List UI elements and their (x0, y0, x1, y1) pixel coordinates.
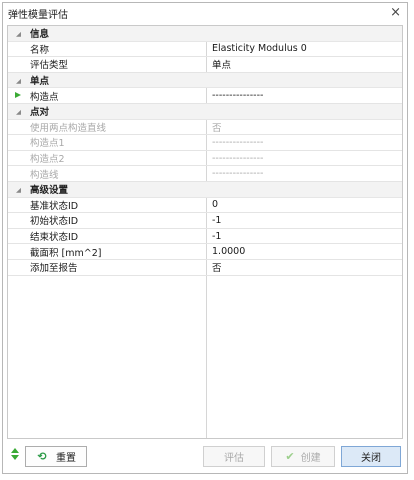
property-row-construct-point1: 构造点1 --------------- (8, 135, 402, 151)
property-value-add-to-report[interactable]: 否 (212, 260, 398, 274)
property-key: 截面积 [mm^2] (30, 247, 102, 259)
close-button-label: 关闭 (361, 453, 381, 464)
property-row-add-to-report[interactable]: 添加至报告 否 (8, 260, 402, 276)
close-icon[interactable]: × (390, 5, 401, 21)
property-key: 基准状态ID (30, 200, 79, 212)
property-row-eval-type[interactable]: 评估类型 单点 (8, 57, 402, 73)
expand-icon[interactable]: ◢ (16, 77, 21, 85)
active-row-marker-icon (15, 92, 21, 99)
property-key: 构造点1 (30, 138, 65, 150)
category-label: 高级设置 (30, 185, 69, 197)
category-label: 信息 (30, 29, 50, 41)
create-button[interactable]: ✔ 创建 (271, 446, 335, 467)
property-value-construct-line: --------------- (212, 168, 264, 180)
evaluate-button[interactable]: 评估 (203, 446, 265, 467)
property-value-eval-type[interactable]: 单点 (212, 57, 398, 71)
property-value-cross-area[interactable]: 1.0000 (212, 246, 398, 257)
property-key: 结束状态ID (30, 232, 79, 244)
property-value-construct-point1: --------------- (212, 136, 264, 148)
evaluate-button-label: 评估 (224, 453, 244, 464)
close-button[interactable]: 关闭 (341, 446, 401, 467)
property-row-use-two-points: 使用两点构造直线 否 (8, 120, 402, 136)
property-row-ref-state-id[interactable]: 基准状态ID 0 (8, 198, 402, 214)
arrow-up-icon[interactable] (11, 448, 19, 453)
property-key: 构造线 (30, 169, 59, 181)
category-single-point[interactable]: ◢ 单点 (8, 72, 402, 89)
property-value-construct-point2: --------------- (212, 152, 264, 164)
property-key: 初始状态ID (30, 216, 79, 228)
property-value-end-state-id[interactable]: -1 (212, 231, 398, 242)
property-value-name[interactable]: Elasticity Modulus 0 (212, 43, 398, 54)
property-key: 使用两点构造直线 (30, 122, 107, 134)
property-row-construct-point2: 构造点2 --------------- (8, 151, 402, 167)
expand-icon[interactable]: ◢ (16, 30, 21, 38)
reset-button-label: 重置 (56, 453, 76, 464)
property-row-name[interactable]: 名称 Elasticity Modulus 0 (8, 42, 402, 58)
reset-button[interactable]: ⟲ 重置 (25, 446, 87, 467)
property-value-ref-state-id[interactable]: 0 (212, 199, 398, 210)
window-title: 弹性模量评估 (8, 9, 68, 21)
dialog-window: 弹性模量评估 × ◢ 信息 名称 Elasticity Modulus 0 评估… (2, 2, 408, 474)
category-info[interactable]: ◢ 信息 (8, 26, 402, 42)
property-key: 名称 (30, 44, 50, 56)
property-value-use-two-points: 否 (212, 122, 222, 134)
expand-icon[interactable]: ◢ (16, 108, 21, 116)
footer-bar: ⟲ 重置 评估 ✔ 创建 关闭 (7, 443, 403, 469)
property-key: 构造点 (30, 91, 59, 103)
property-key: 构造点2 (30, 154, 65, 166)
reset-icon: ⟲ (37, 449, 47, 463)
create-button-label: 创建 (300, 453, 321, 464)
property-row-init-state-id[interactable]: 初始状态ID -1 (8, 213, 402, 229)
expand-icon[interactable]: ◢ (16, 186, 21, 194)
category-advanced[interactable]: ◢ 高级设置 (8, 181, 402, 198)
property-row-construct-line: 构造线 --------------- (8, 166, 402, 182)
move-arrows[interactable] (10, 446, 20, 466)
property-key: 添加至报告 (30, 263, 78, 275)
title-bar: 弹性模量评估 × (3, 3, 407, 23)
property-row-cross-area[interactable]: 截面积 [mm^2] 1.0000 (8, 244, 402, 260)
property-row-end-state-id[interactable]: 结束状态ID -1 (8, 229, 402, 245)
property-value-construct-point[interactable]: --------------- (212, 90, 398, 101)
property-grid: ◢ 信息 名称 Elasticity Modulus 0 评估类型 单点 ◢ 单… (7, 25, 403, 439)
check-icon: ✔ (285, 450, 295, 463)
property-value-init-state-id[interactable]: -1 (212, 215, 398, 226)
arrow-down-icon[interactable] (11, 455, 19, 460)
category-label: 单点 (30, 76, 50, 88)
property-row-construct-point[interactable]: 构造点 --------------- (8, 88, 402, 104)
category-point-pair[interactable]: ◢ 点对 (8, 103, 402, 120)
property-key: 评估类型 (30, 60, 69, 72)
category-label: 点对 (30, 107, 50, 119)
